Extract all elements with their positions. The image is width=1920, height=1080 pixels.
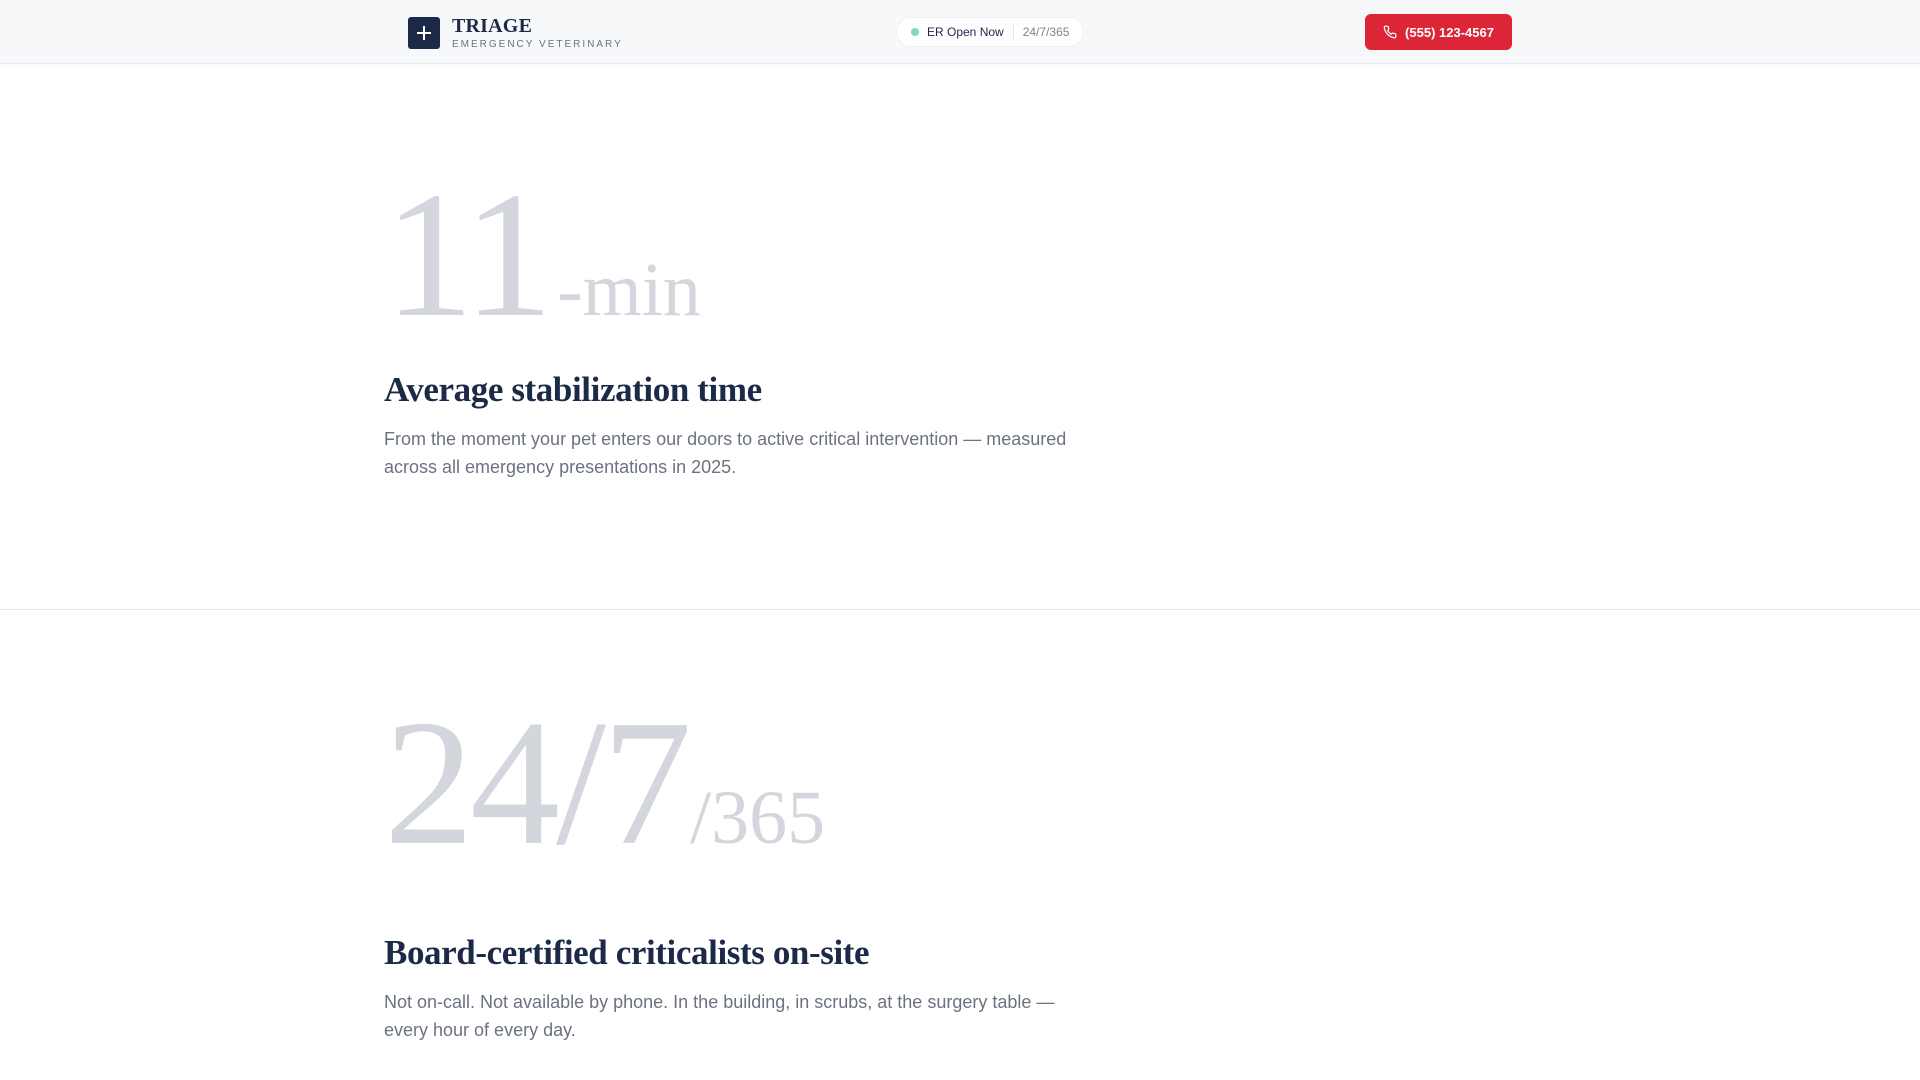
call-phone-button[interactable]: (555) 123-4567 — [1365, 14, 1512, 50]
stat-description: Not on-call. Not available by phone. In … — [384, 992, 1055, 1040]
stat-figure: 11 -min — [384, 165, 701, 345]
stat-description: From the moment your pet enters our door… — [384, 429, 1067, 477]
stat-number: 11 — [384, 155, 553, 354]
brand-tagline: EMERGENCY VETERINARY — [452, 39, 623, 50]
status-label: ER Open Now — [927, 25, 1004, 39]
brand-logo-link[interactable]: TRIAGE EMERGENCY VETERINARY — [408, 16, 623, 50]
brand-text: TRIAGE EMERGENCY VETERINARY — [452, 16, 623, 50]
stat-suffix: /365 — [690, 776, 826, 860]
stat-title: Board-certified criticalists on-site — [384, 933, 870, 972]
stat-section-criticalists: 24/7 /365 Board-certified criticalists o… — [0, 611, 1920, 1080]
stat-title: Average stabilization time — [384, 370, 762, 409]
stat-section-stabilization: 11 -min Average stabilization time From … — [0, 65, 1920, 610]
status-indicator-dot — [911, 28, 919, 36]
phone-number-label: (555) 123-4567 — [1405, 24, 1494, 40]
stat-figure: 24/7 /365 — [384, 693, 825, 873]
status-hours: 24/7/365 — [1022, 25, 1070, 39]
status-divider — [1012, 25, 1014, 39]
brand-name: TRIAGE — [452, 15, 533, 37]
stat-number: 24/7 — [384, 683, 692, 882]
phone-icon — [1383, 25, 1405, 39]
plus-icon — [408, 17, 440, 49]
er-status-badge: ER Open Now 24/7/365 — [896, 17, 1085, 47]
stat-suffix: -min — [557, 248, 701, 332]
site-header: TRIAGE EMERGENCY VETERINARY ER Open Now … — [0, 0, 1920, 64]
